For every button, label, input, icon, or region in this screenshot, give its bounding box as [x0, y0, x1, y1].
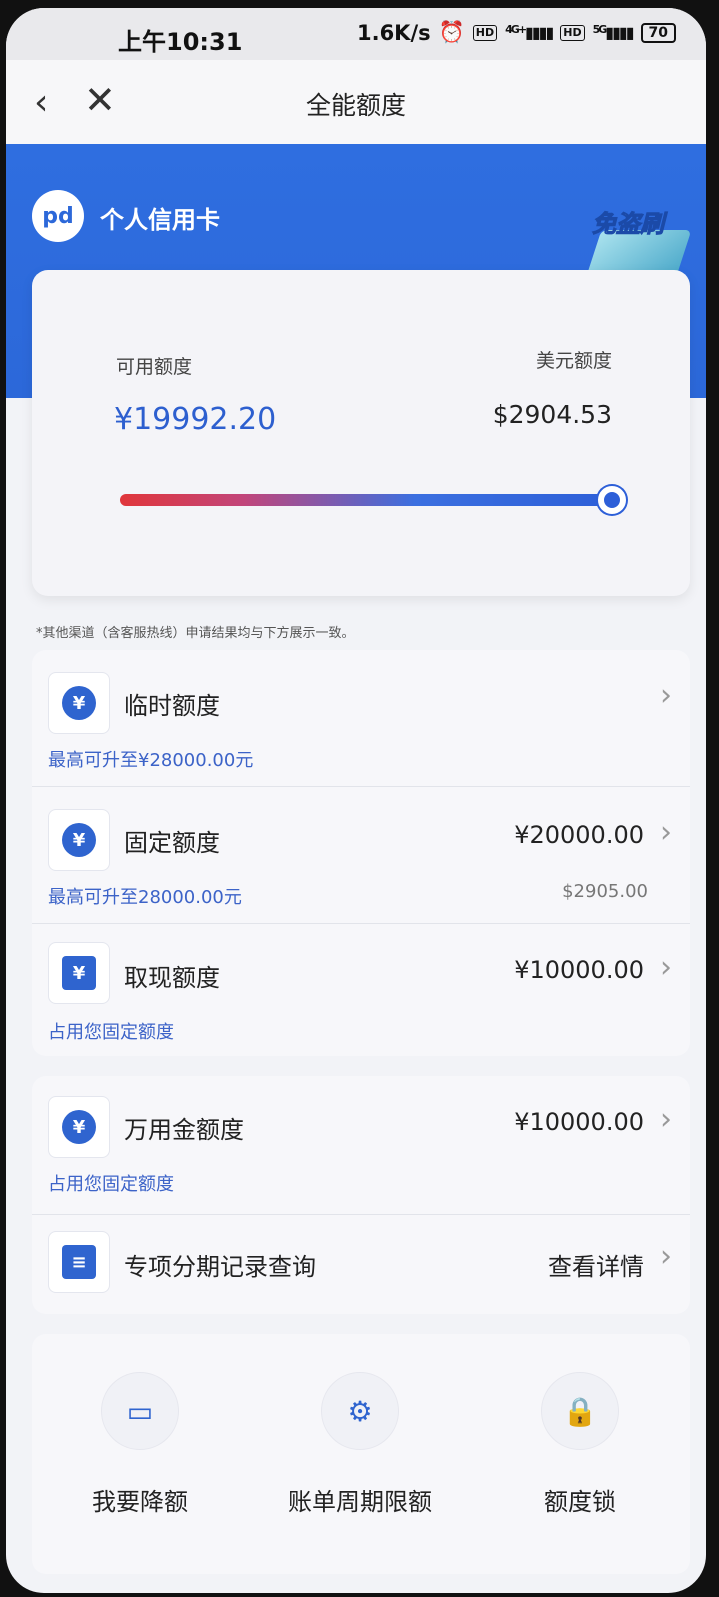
network-speed: 1.6K/s	[356, 20, 431, 45]
fixed-limit-sub: 最高可升至28000.00元	[48, 887, 242, 908]
available-credit-label: 可用额度	[116, 356, 193, 378]
view-details-link[interactable]: 查看详情	[548, 1247, 644, 1282]
temporary-limit-row[interactable]: ¥ 临时额度 › 最高可升至¥28000.00元	[32, 650, 690, 786]
wallet-icon: ▭	[101, 1372, 179, 1450]
cash-note-glyph: ¥	[62, 956, 96, 990]
page-title: 全能额度	[305, 91, 406, 120]
quick-actions: ▭ 我要降额 ⚙ 账单周期限额 🔒 额度锁	[32, 1334, 690, 1574]
document-list-glyph: ≡	[62, 1245, 96, 1279]
yen-refresh-glyph: ¥	[62, 823, 96, 857]
nav-bar: ‹ ✕ 全能额度	[6, 60, 706, 144]
universal-fund-title: 万用金额度	[124, 1116, 244, 1144]
chevron-right-icon: ›	[660, 1239, 672, 1274]
reduce-limit-label: 我要降额	[92, 1488, 188, 1516]
universal-fund-row[interactable]: ¥ 万用金额度 ¥10000.00 › 占用您固定额度	[32, 1076, 690, 1214]
gear-icon: ⚙	[321, 1372, 399, 1450]
app-screen: 上午10:31 1.6K/s ⏰ HD 4G+▮▮▮▮ HD 5G▮▮▮▮ 70…	[6, 8, 706, 1593]
temporary-limit-title: 临时额度	[124, 692, 220, 720]
lock-glyph: 🔒	[562, 1394, 598, 1428]
card-name: 个人信用卡	[100, 206, 220, 234]
chevron-right-icon: ›	[660, 815, 672, 850]
money-bag-icon: ¥	[48, 1096, 110, 1158]
installment-record-title: 专项分期记录查询	[124, 1253, 316, 1281]
chevron-right-icon: ›	[660, 1102, 672, 1137]
billing-cycle-limit-label: 账单周期限额	[288, 1488, 432, 1516]
cash-limit-sub: 占用您固定额度	[48, 1022, 174, 1043]
signal-5g-label: 5G	[592, 23, 608, 36]
battery-icon: 70	[640, 22, 676, 43]
temporary-limit-sub: 最高可升至¥28000.00元	[48, 750, 254, 771]
cash-limit-row[interactable]: ¥ 取现额度 ¥10000.00 › 占用您固定额度	[32, 924, 690, 1056]
bank-logo-glyph: pd	[42, 203, 74, 229]
installment-record-row[interactable]: ≡ 专项分期记录查询 查看详情 ›	[32, 1215, 690, 1314]
fixed-limit-row[interactable]: ¥ 固定额度 ¥20000.00 › 最高可升至28000.00元 $2905.…	[32, 787, 690, 923]
extra-group: ¥ 万用金额度 ¥10000.00 › 占用您固定额度 ≡ 专项分期记录查询 查…	[32, 1076, 690, 1314]
universal-fund-sub: 占用您固定额度	[48, 1174, 174, 1195]
cash-limit-value: ¥10000.00	[514, 956, 644, 984]
chevron-right-icon: ›	[660, 678, 672, 713]
signal-4g-icon: 4G+▮▮▮▮	[505, 23, 554, 42]
yen-hand-glyph: ¥	[62, 686, 96, 720]
status-time: 上午10:31	[118, 28, 243, 56]
universal-fund-value: ¥10000.00	[514, 1108, 644, 1136]
phone-frame: 上午10:31 1.6K/s ⏰ HD 4G+▮▮▮▮ HD 5G▮▮▮▮ 70…	[0, 0, 719, 1597]
cash-limit-title: 取现额度	[124, 964, 220, 992]
channel-note: *其他渠道（含客服热线）申请结果均与下方展示一致。	[36, 626, 355, 641]
document-list-icon: ≡	[48, 1231, 110, 1293]
credit-progress-bar	[120, 486, 626, 514]
credit-summary-panel: 可用额度 美元额度 ¥19992.20 $2904.53	[32, 270, 690, 596]
usd-credit-value: $2904.53	[492, 400, 612, 429]
credit-progress-knob	[598, 486, 626, 514]
usd-credit-label: 美元额度	[535, 350, 612, 372]
yen-refresh-icon: ¥	[48, 809, 110, 871]
bank-logo-icon: pd	[32, 190, 84, 242]
gear-glyph: ⚙	[347, 1394, 373, 1428]
credit-progress-fill	[120, 494, 612, 506]
reduce-limit-action[interactable]: ▭ 我要降额	[40, 1372, 240, 1517]
hd-badge: HD	[472, 24, 498, 41]
fixed-limit-value: ¥20000.00	[514, 821, 644, 849]
limit-lock-action[interactable]: 🔒 额度锁	[480, 1372, 680, 1517]
badge-text: 免盗刷	[592, 210, 665, 239]
yen-hand-icon: ¥	[48, 672, 110, 734]
alarm-icon: ⏰	[438, 20, 465, 44]
anti-fraud-badge: 免盗刷	[586, 204, 692, 280]
available-credit-value: ¥19992.20	[114, 402, 277, 437]
hd-badge-2: HD	[560, 24, 585, 41]
status-bar: 上午10:31 1.6K/s ⏰ HD 4G+▮▮▮▮ HD 5G▮▮▮▮ 70	[6, 8, 706, 60]
cash-note-icon: ¥	[48, 942, 110, 1004]
money-bag-glyph: ¥	[62, 1110, 96, 1144]
fixed-limit-usd: $2905.00	[562, 881, 648, 902]
lock-icon: 🔒	[541, 1372, 619, 1450]
signal-5g-icon: 5G▮▮▮▮	[592, 23, 635, 42]
wallet-glyph: ▭	[126, 1394, 154, 1428]
signal-4g-label: 4G+	[505, 23, 527, 36]
fixed-limit-title: 固定额度	[124, 829, 220, 857]
limit-lock-label: 额度锁	[544, 1488, 616, 1516]
billing-cycle-limit-action[interactable]: ⚙ 账单周期限额	[260, 1372, 460, 1517]
chevron-right-icon: ›	[660, 950, 672, 985]
limits-group: ¥ 临时额度 › 最高可升至¥28000.00元 ¥ 固定额度 ¥20000.0…	[32, 650, 690, 1056]
status-indicators: 1.6K/s ⏰ HD 4G+▮▮▮▮ HD 5G▮▮▮▮ 70	[357, 20, 676, 45]
